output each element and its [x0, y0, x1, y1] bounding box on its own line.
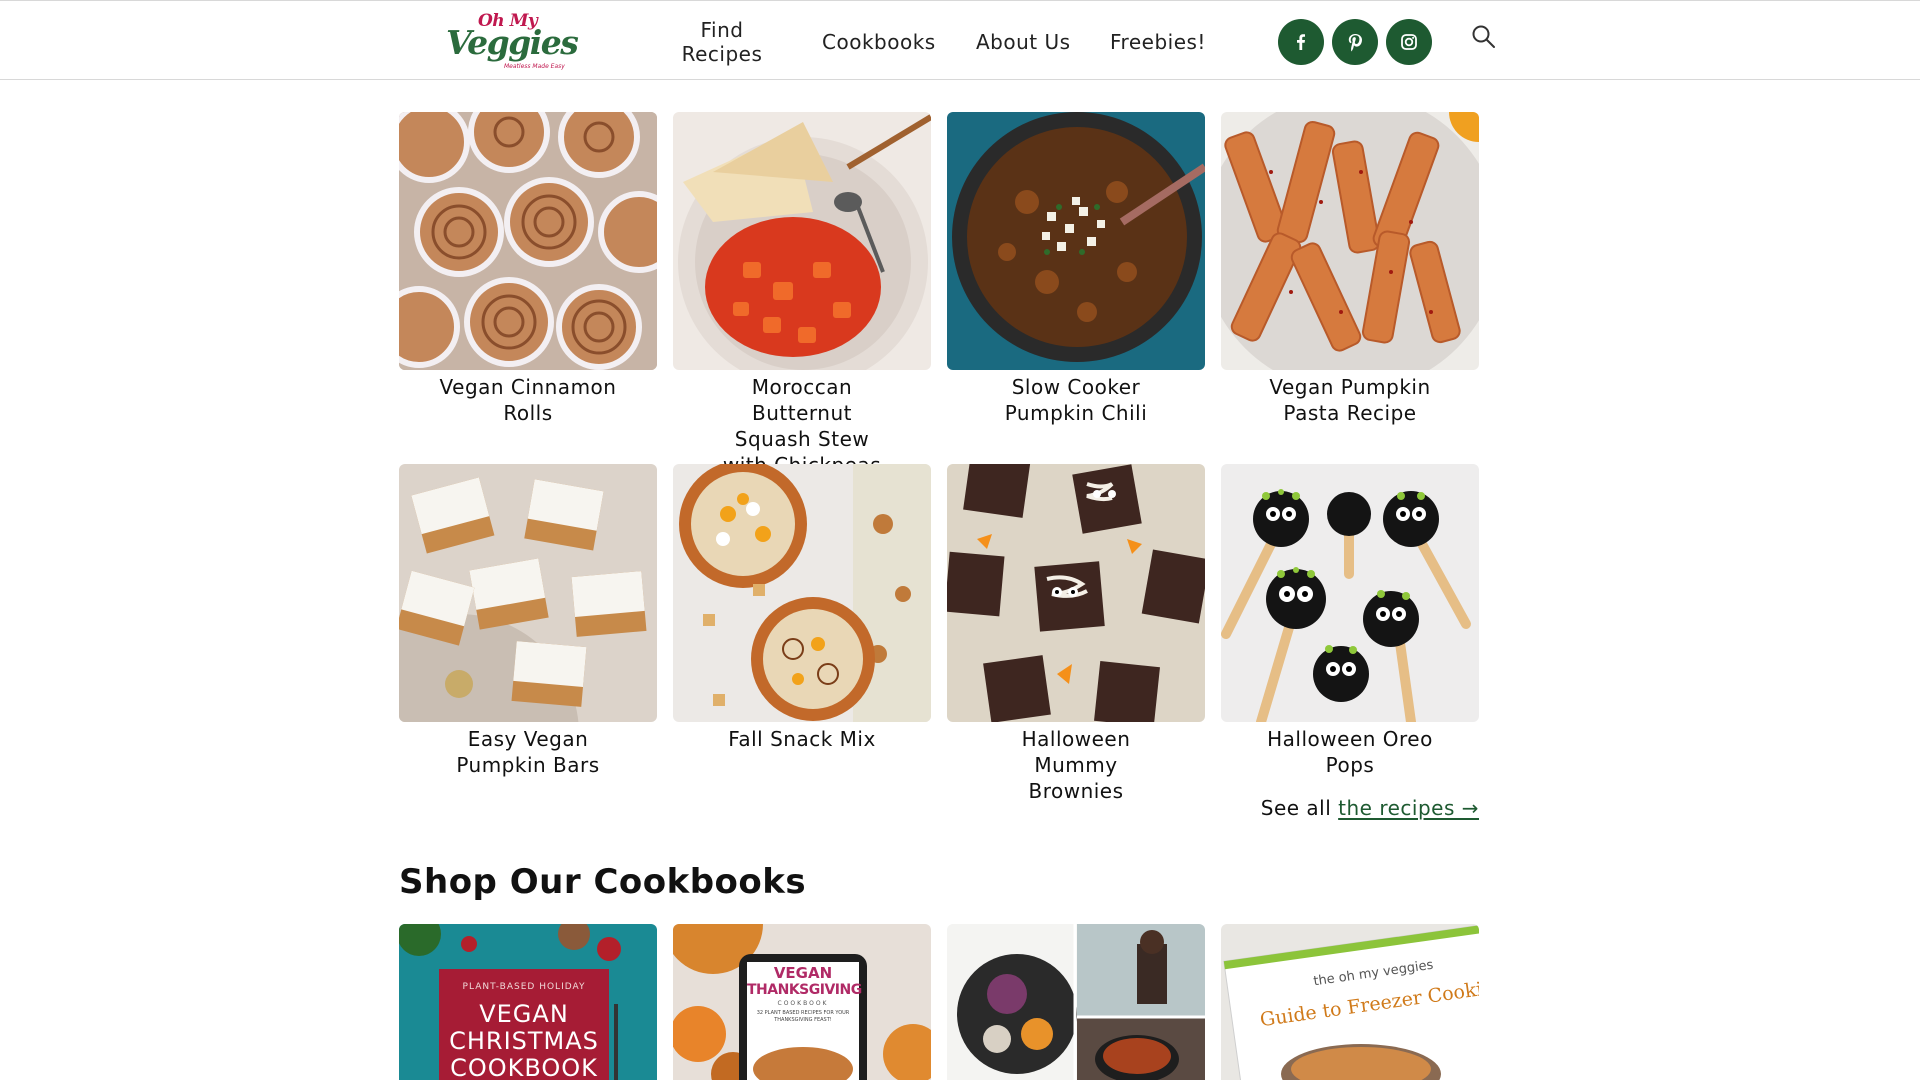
cookbook-vegan-thanksgiving[interactable]: VEGAN THANKSGIVING COOKBOOK 32 PLANT BAS… [673, 924, 931, 1080]
logo-main-text: Veggies [446, 23, 579, 62]
recipe-title[interactable]: Vegan Cinnamon Rolls [399, 374, 657, 426]
cookbook-vegan-christmas[interactable]: PLANT-BASED HOLIDAY VEGAN CHRISTMAS COOK… [399, 924, 657, 1080]
recipe-title[interactable]: Moroccan Butternut Squash Stew with Chic… [673, 374, 931, 478]
cookbook-cover-subtitle: PLANT-BASED HOLIDAY [462, 982, 586, 992]
cookbook-freezer-cooking[interactable]: the oh my veggies Guide to Freezer Cooki… [1221, 924, 1479, 1080]
recipe-title[interactable]: Vegan Pumpkin Pasta Recipe [1221, 374, 1479, 426]
recipe-card[interactable]: Vegan Pumpkin Pasta Recipe [1221, 112, 1479, 426]
recipe-card[interactable]: Moroccan Butternut Squash Stew with Chic… [673, 112, 931, 478]
recipe-image-pumpkin-chili[interactable] [947, 112, 1205, 370]
recipe-card[interactable]: Halloween Mummy Brownies [947, 464, 1205, 804]
recipe-card[interactable]: Halloween Oreo Pops [1221, 464, 1479, 778]
cookbook-cover-title-2: CHRISTMAS [449, 1027, 599, 1055]
see-all-prefix: See all [1260, 796, 1332, 820]
logo-tagline: Meatless Made Easy [504, 63, 565, 70]
recipe-image-moroccan-stew[interactable] [673, 112, 931, 370]
recipe-title[interactable]: Halloween Mummy Brownies [947, 726, 1205, 804]
recipe-image-oreo-pops[interactable] [1221, 464, 1479, 722]
nav-find-recipes[interactable]: Find Recipes [672, 18, 772, 66]
nav-find-line1: Find [700, 18, 744, 42]
see-all-recipes: See all the recipes → [1261, 796, 1479, 820]
nav-find-line2: Recipes [681, 42, 763, 66]
recipe-image-mummy-brownies[interactable] [947, 464, 1205, 722]
instagram-icon[interactable] [1386, 19, 1432, 65]
nav-freebies[interactable]: Freebies! [1110, 30, 1206, 54]
facebook-icon[interactable] [1278, 19, 1324, 65]
recipe-image-fall-snack-mix[interactable] [673, 464, 931, 722]
recipe-title[interactable]: Easy Vegan Pumpkin Bars [399, 726, 657, 778]
cookbook-cover-title-1: VEGAN [773, 964, 833, 982]
cookbook-cover-title-3: COOKBOOK [777, 1000, 829, 1007]
pinterest-icon[interactable] [1332, 19, 1378, 65]
cookbook-cover-title-1: VEGAN [479, 1000, 569, 1028]
cookbooks-heading: Shop Our Cookbooks [399, 862, 807, 902]
search-icon[interactable] [1470, 23, 1498, 51]
recipe-card[interactable]: Vegan Cinnamon Rolls [399, 112, 657, 426]
nav-cookbooks[interactable]: Cookbooks [822, 30, 936, 54]
recipe-card[interactable]: Fall Snack Mix [673, 464, 931, 752]
recipe-card[interactable]: Slow Cooker Pumpkin Chili [947, 112, 1205, 426]
recipe-card[interactable]: Easy Vegan Pumpkin Bars [399, 464, 657, 778]
cookbook-cover-tagline: 32 PLANT BASED RECIPES FOR YOUR THANKSGI… [756, 1010, 850, 1023]
recipe-image-cinnamon-rolls[interactable] [399, 112, 657, 370]
recipe-image-pumpkin-bars[interactable] [399, 464, 657, 722]
see-all-recipes-link[interactable]: the recipes → [1338, 796, 1479, 820]
site-header: Oh My Veggies Meatless Made Easy Find Re… [0, 0, 1920, 80]
cookbook-meal-collage[interactable] [947, 924, 1205, 1080]
recipe-image-pumpkin-pasta[interactable] [1221, 112, 1479, 370]
recipe-title[interactable]: Slow Cooker Pumpkin Chili [947, 374, 1205, 426]
recipe-title[interactable]: Halloween Oreo Pops [1221, 726, 1479, 778]
recipe-title[interactable]: Fall Snack Mix [673, 726, 931, 752]
nav-about-us[interactable]: About Us [976, 30, 1071, 54]
cookbook-cover-title-2: THANKSGIVING [747, 982, 862, 998]
cookbook-cover-title-3: COOKBOOK [450, 1054, 598, 1080]
site-logo[interactable]: Oh My Veggies Meatless Made Easy [444, 9, 579, 73]
